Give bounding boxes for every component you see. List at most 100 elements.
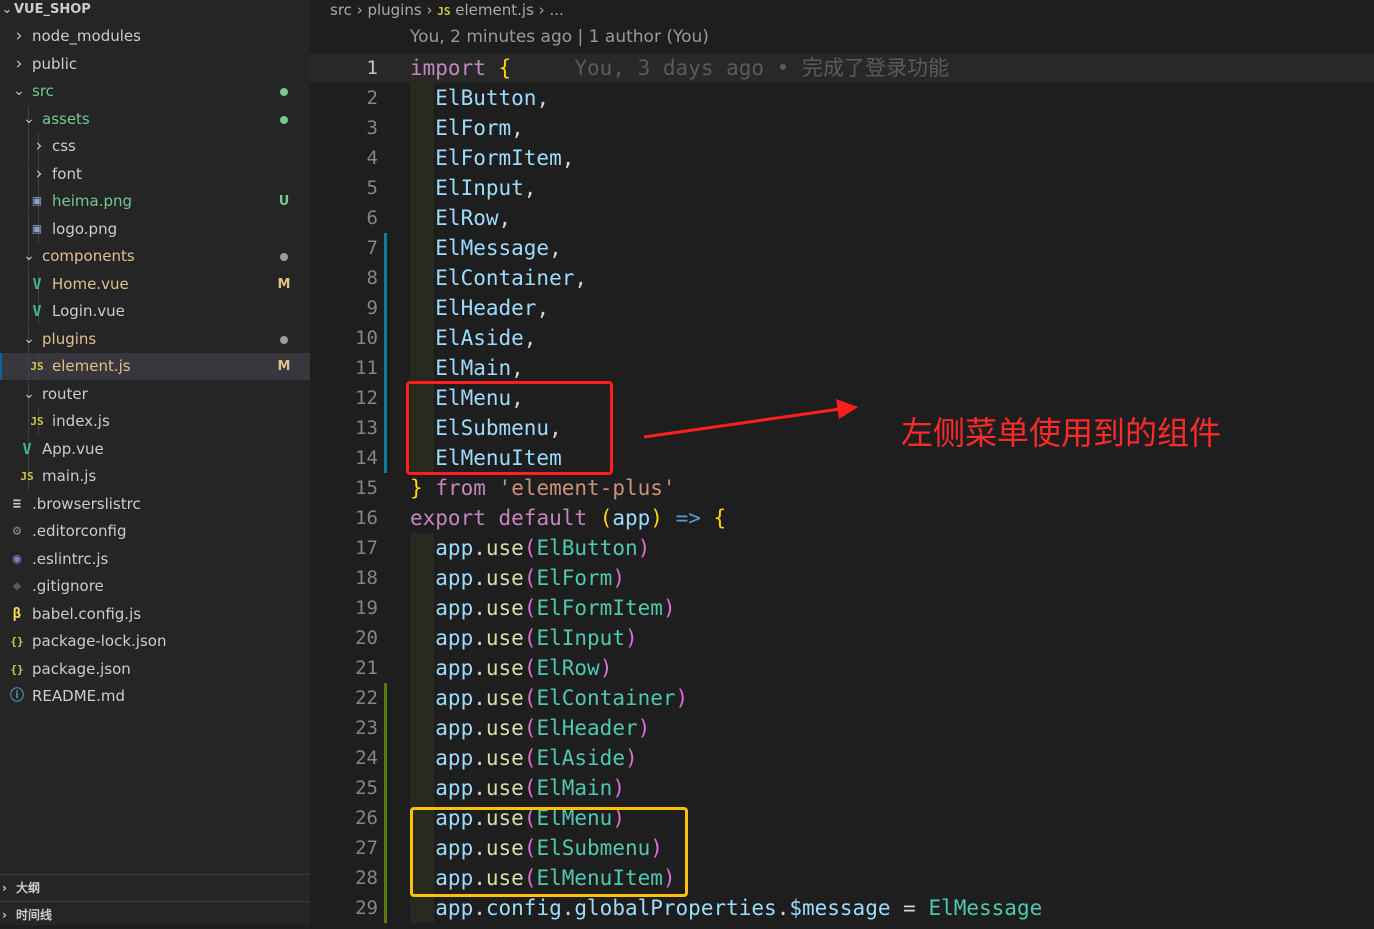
git-change-marker[interactable] (384, 413, 387, 443)
outline-panel-header[interactable]: › 大纲 (0, 874, 310, 902)
code-line[interactable]: 16 export default (app) => { (310, 503, 1374, 533)
code-line[interactable]: 21 app.use(ElRow) (310, 653, 1374, 683)
git-change-marker[interactable] (384, 323, 387, 353)
git-change-marker[interactable] (384, 863, 387, 893)
code-line[interactable]: 18 app.use(ElForm) (310, 563, 1374, 593)
tree-item-label: package.json (32, 659, 131, 678)
inline-blame: You, 3 days ago • 完成了登录功能 (511, 56, 949, 80)
code-line[interactable]: 10 ElAside, (310, 323, 1374, 353)
git-change-marker[interactable] (384, 263, 387, 293)
highlight-box-red (406, 381, 613, 475)
git-change-marker[interactable] (384, 383, 387, 413)
codelens-authors[interactable]: You, 2 minutes ago | 1 author (You) (410, 27, 709, 47)
code-token: . (473, 716, 486, 740)
git-change-marker[interactable] (384, 833, 387, 863)
code-line[interactable]: 3 ElForm, (310, 113, 1374, 143)
line-number: 17 (355, 537, 378, 559)
git-change-marker[interactable] (384, 743, 387, 773)
code-token: config (485, 896, 562, 920)
code-line[interactable]: 17 app.use(ElButton) (310, 533, 1374, 563)
code-token: use (485, 626, 524, 650)
folder-font[interactable]: › font (0, 160, 310, 188)
breadcrumb-src[interactable]: src (330, 1, 352, 19)
code-line[interactable]: 15} from 'element-plus' (310, 473, 1374, 503)
code-line[interactable]: 19 app.use(ElFormItem) (310, 593, 1374, 623)
line-number: 28 (355, 867, 378, 889)
code-token: , (574, 266, 588, 290)
tree-item-label: babel.config.js (32, 604, 142, 623)
folder-css[interactable]: › css (0, 133, 310, 160)
folder-src[interactable]: ⌄ src (0, 78, 310, 105)
code-line[interactable]: 23 app.use(ElHeader) (310, 713, 1374, 743)
folder-node-modules[interactable]: › node_modules (0, 23, 310, 50)
file-app-vue[interactable]: V App.vue (0, 435, 310, 463)
breadcrumb-symbols[interactable]: ... (549, 1, 563, 19)
file-browserslistrc[interactable]: ≡ .browserslistrc (0, 491, 310, 518)
file-element-js[interactable]: JS element.js M (0, 353, 310, 380)
file-main-js[interactable]: JS main.js (0, 463, 310, 490)
code-line[interactable]: 4 ElFormItem, (310, 143, 1374, 173)
git-change-marker[interactable] (384, 443, 387, 473)
line-number: 22 (355, 687, 378, 709)
git-change-marker[interactable] (384, 683, 387, 713)
code-token: from (435, 476, 486, 500)
chevron-right-icon: › (538, 1, 550, 19)
code-line[interactable]: 7 ElMessage, (310, 233, 1374, 263)
explorer-root[interactable]: ⌄ VUE_SHOP (0, 0, 310, 23)
line-number: 7 (366, 237, 378, 259)
image-icon: ▣ (32, 193, 42, 209)
file-readme-md[interactable]: ⓘ README.md (0, 683, 310, 710)
code-line[interactable]: 2 ElButton, (310, 83, 1374, 113)
code-token: app (410, 896, 474, 920)
folder-assets[interactable]: ⌄ assets (0, 105, 310, 133)
git-change-marker[interactable] (384, 803, 387, 833)
git-status-dot (280, 88, 288, 96)
code-line[interactable]: 22 app.use(ElContainer) (310, 683, 1374, 713)
git-change-marker[interactable] (384, 353, 387, 383)
file-logo-png[interactable]: ▣ logo.png (0, 215, 310, 243)
folder-components[interactable]: ⌄ components (0, 243, 310, 270)
file-gitignore[interactable]: ◆ .gitignore (0, 573, 310, 600)
file-heima-png[interactable]: ▣ heima.png U (0, 188, 310, 215)
code-line[interactable]: 1 import { You, 3 days ago • 完成了登录功能 (310, 53, 1374, 83)
git-change-marker[interactable] (384, 293, 387, 323)
code-line[interactable]: 11 ElMain, (310, 353, 1374, 383)
breadcrumb: src › plugins › JS element.js › ... (330, 0, 564, 22)
folder-plugins[interactable]: ⌄ plugins (0, 325, 310, 353)
git-change-marker[interactable] (384, 713, 387, 743)
code-text: ElContainer, (410, 263, 587, 293)
file-index-js[interactable]: JS index.js (0, 408, 310, 435)
code-line[interactable]: 25 app.use(ElMain) (310, 773, 1374, 803)
folder-public[interactable]: › public (0, 51, 310, 78)
folder-router[interactable]: ⌄ router (0, 380, 310, 408)
code-line[interactable]: 20 app.use(ElInput) (310, 623, 1374, 653)
file-login-vue[interactable]: V Login.vue (0, 298, 310, 325)
code-token: ElHeader (410, 296, 537, 320)
code-token: use (485, 716, 524, 740)
json-icon: {} (10, 662, 24, 676)
file-babel-config-js[interactable]: β babel.config.js (0, 601, 310, 628)
code-line[interactable]: 8 ElContainer, (310, 263, 1374, 293)
file-home-vue[interactable]: V Home.vue M (0, 270, 310, 298)
file-eslintrc-js[interactable]: ◉ .eslintrc.js (0, 546, 310, 573)
code-line[interactable]: 29 app.config.globalProperties.$message … (310, 893, 1374, 923)
code-line[interactable]: 24 app.use(ElAside) (310, 743, 1374, 773)
file-package-json[interactable]: {} package.json (0, 656, 310, 683)
breadcrumb-file[interactable]: element.js (455, 1, 534, 19)
code-token: . (561, 896, 575, 920)
git-change-marker[interactable] (384, 893, 387, 923)
code-text: app.config.globalProperties.$message = E… (410, 893, 1042, 923)
line-number: 14 (355, 447, 378, 469)
code-token: $message (789, 896, 891, 920)
code-line[interactable]: 9 ElHeader, (310, 293, 1374, 323)
tree-item-label: node_modules (32, 27, 141, 45)
code-line[interactable]: 5 ElInput, (310, 173, 1374, 203)
code-line[interactable]: 6 ElRow, (310, 203, 1374, 233)
breadcrumb-plugins[interactable]: plugins (367, 1, 421, 19)
git-change-marker[interactable] (384, 233, 387, 263)
file-package-lock-json[interactable]: {} package-lock.json (0, 628, 310, 655)
code-text: export default (app) => { (410, 503, 726, 533)
git-change-marker[interactable] (384, 773, 387, 803)
file-editorconfig[interactable]: ⚙ .editorconfig (0, 518, 310, 545)
eslint-icon: ◉ (12, 550, 22, 567)
